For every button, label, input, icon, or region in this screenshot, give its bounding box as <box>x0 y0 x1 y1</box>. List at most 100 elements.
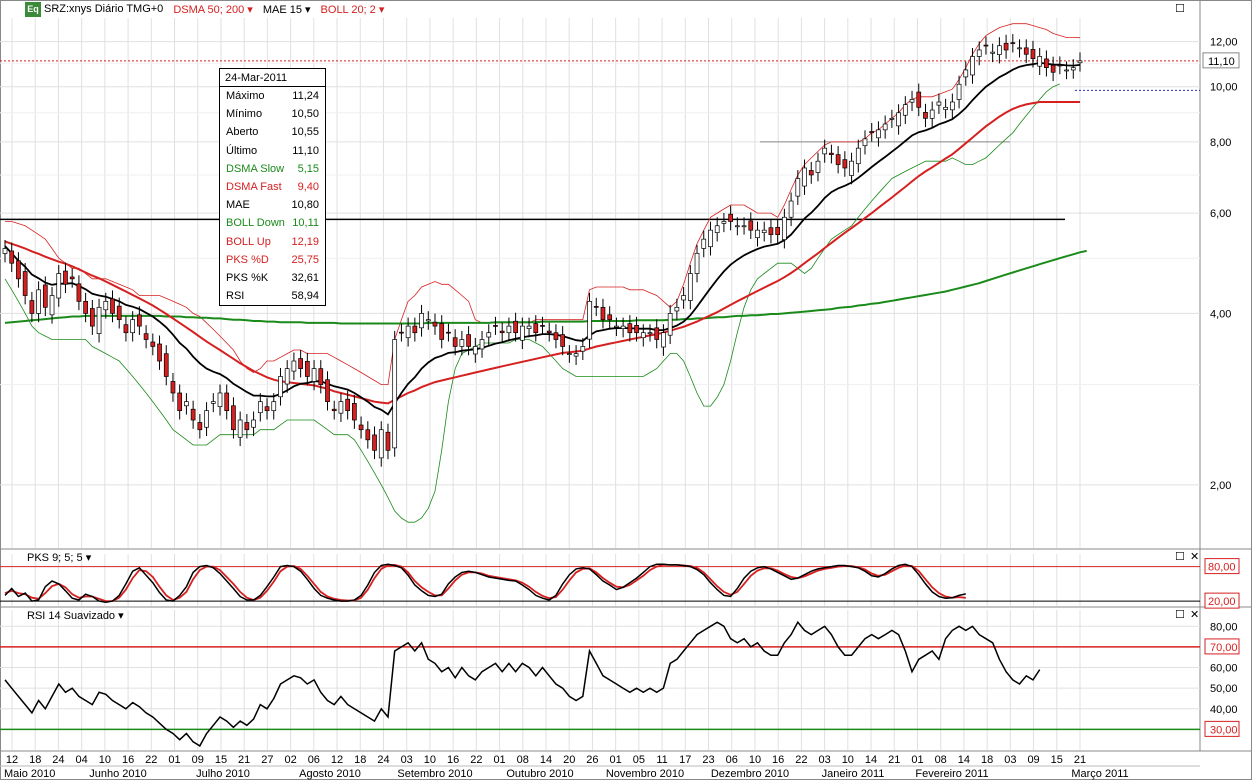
candle-body <box>976 49 982 57</box>
x-day-label: 16 <box>447 754 459 766</box>
candle-body <box>949 101 955 111</box>
candle-body <box>432 321 438 327</box>
candle-body <box>271 401 277 412</box>
candle-body <box>956 83 962 100</box>
x-day-label: 15 <box>1051 754 1063 766</box>
tooltip-label: DSMA Fast <box>226 180 282 193</box>
x-month-label: Outubro 2010 <box>506 768 573 780</box>
x-day-label: 10 <box>749 754 761 766</box>
candle-body <box>526 325 532 329</box>
tooltip-row: DSMA Fast 9,40 <box>220 178 325 196</box>
x-day-label: 01 <box>610 754 622 766</box>
x-day-label: 18 <box>29 754 41 766</box>
candle-body <box>513 320 518 334</box>
tooltip-value: 58,94 <box>291 290 319 303</box>
candle-body <box>89 308 95 327</box>
tooltip-value: 10,80 <box>291 199 319 212</box>
x-day-label: 08 <box>517 754 529 766</box>
candle-body <box>184 401 189 407</box>
candle-body <box>963 69 969 78</box>
tooltip-label: RSI <box>226 290 245 303</box>
data-tooltip: 24-Mar-2011 Máximo 11,24 Mínimo 10,50 Aberto… <box>219 68 326 307</box>
candle-body <box>2 248 8 254</box>
x-day-label: 21 <box>888 754 900 766</box>
x-day-label: 05 <box>633 754 645 766</box>
y-tick-label: 6,00 <box>1210 208 1231 220</box>
x-day-label: 18 <box>354 754 366 766</box>
tooltip-date: 24-Mar-2011 <box>220 69 325 87</box>
rsi-panel-title: RSI 14 Suavizado <box>27 610 116 622</box>
candle-body <box>614 325 619 328</box>
x-day-label: 01 <box>168 754 180 766</box>
candle-body <box>728 213 733 222</box>
x-day-label: 01 <box>911 754 923 766</box>
tooltip-label: MAE <box>226 199 250 212</box>
candle-body <box>687 273 693 301</box>
candle-body <box>829 152 834 155</box>
candle-body <box>869 131 875 134</box>
x-day-label: 09 <box>192 754 204 766</box>
candle-body <box>36 289 41 314</box>
close-pks-icon[interactable]: ✕ <box>1190 550 1199 563</box>
maximize-main-icon[interactable]: ☐ <box>1175 2 1185 15</box>
candle-body <box>640 332 646 339</box>
x-day-label: 02 <box>284 754 296 766</box>
candle-body <box>849 160 854 176</box>
candle-body <box>49 295 55 316</box>
tooltip-label: DSMA Slow <box>226 162 285 175</box>
x-month-label: Dezembro 2010 <box>711 768 789 780</box>
tooltip-label: PKS %K <box>226 271 269 284</box>
tooltip-row: BOLL Down 10,11 <box>220 214 325 232</box>
candle-body <box>519 325 525 341</box>
tooltip-row: Último 11,10 <box>220 142 325 160</box>
candle-body <box>130 319 136 334</box>
candle-body <box>157 343 162 362</box>
candle-body <box>96 306 102 334</box>
candle-body <box>802 167 807 187</box>
candle-body <box>909 99 915 103</box>
candle-body <box>56 273 62 299</box>
candle-body <box>560 334 566 347</box>
x-day-label: 22 <box>795 754 807 766</box>
x-day-label: 21 <box>1074 754 1086 766</box>
candle-body <box>177 392 183 412</box>
x-day-label: 03 <box>401 754 413 766</box>
rsi-tick-label: 30,00 <box>1210 724 1238 736</box>
candle-body <box>439 323 445 340</box>
candle-body <box>896 112 901 127</box>
maximize-pks-icon[interactable]: ☐ <box>1175 550 1185 563</box>
candle-body <box>983 44 989 47</box>
x-day-label: 23 <box>702 754 714 766</box>
candle-body <box>358 424 364 431</box>
pks-panel-header[interactable]: PKS 9; 5; 5 ▾ <box>27 551 91 564</box>
tooltip-label: Último <box>226 144 258 157</box>
candle-body <box>123 324 129 334</box>
candle-body <box>761 229 767 234</box>
tooltip-value: 12,19 <box>291 235 319 248</box>
candle-body <box>284 368 290 385</box>
tooltip-label: BOLL Up <box>226 235 271 248</box>
x-day-label: 11 <box>656 754 667 766</box>
candle-body <box>16 260 21 280</box>
candle-body <box>472 346 478 355</box>
candle-body <box>808 170 814 176</box>
candle-body <box>170 381 176 394</box>
candle-body <box>667 313 673 336</box>
candle-body <box>721 221 727 224</box>
candle-body <box>876 129 881 139</box>
tooltip-label: Mínimo <box>226 108 263 121</box>
x-day-label: 24 <box>52 754 64 766</box>
rsi-panel-header[interactable]: RSI 14 Suavizado ▾ <box>27 609 124 622</box>
close-rsi-icon[interactable]: ✕ <box>1190 608 1199 621</box>
x-day-label: 26 <box>586 754 598 766</box>
candle-body <box>936 101 942 106</box>
maximize-rsi-icon[interactable]: ☐ <box>1175 608 1185 621</box>
candle-body <box>593 305 599 308</box>
candle-body <box>459 339 465 347</box>
candle-body <box>452 337 458 347</box>
x-month-label: Junho 2010 <box>89 768 147 780</box>
candle-body <box>1010 42 1016 45</box>
x-day-label: 12 <box>331 754 343 766</box>
price-chart[interactable]: 2,00 4,00 6,00 8,00 10,00 12,00 11,10 80,00 20,0… <box>0 0 1252 780</box>
candle-body <box>399 331 404 334</box>
